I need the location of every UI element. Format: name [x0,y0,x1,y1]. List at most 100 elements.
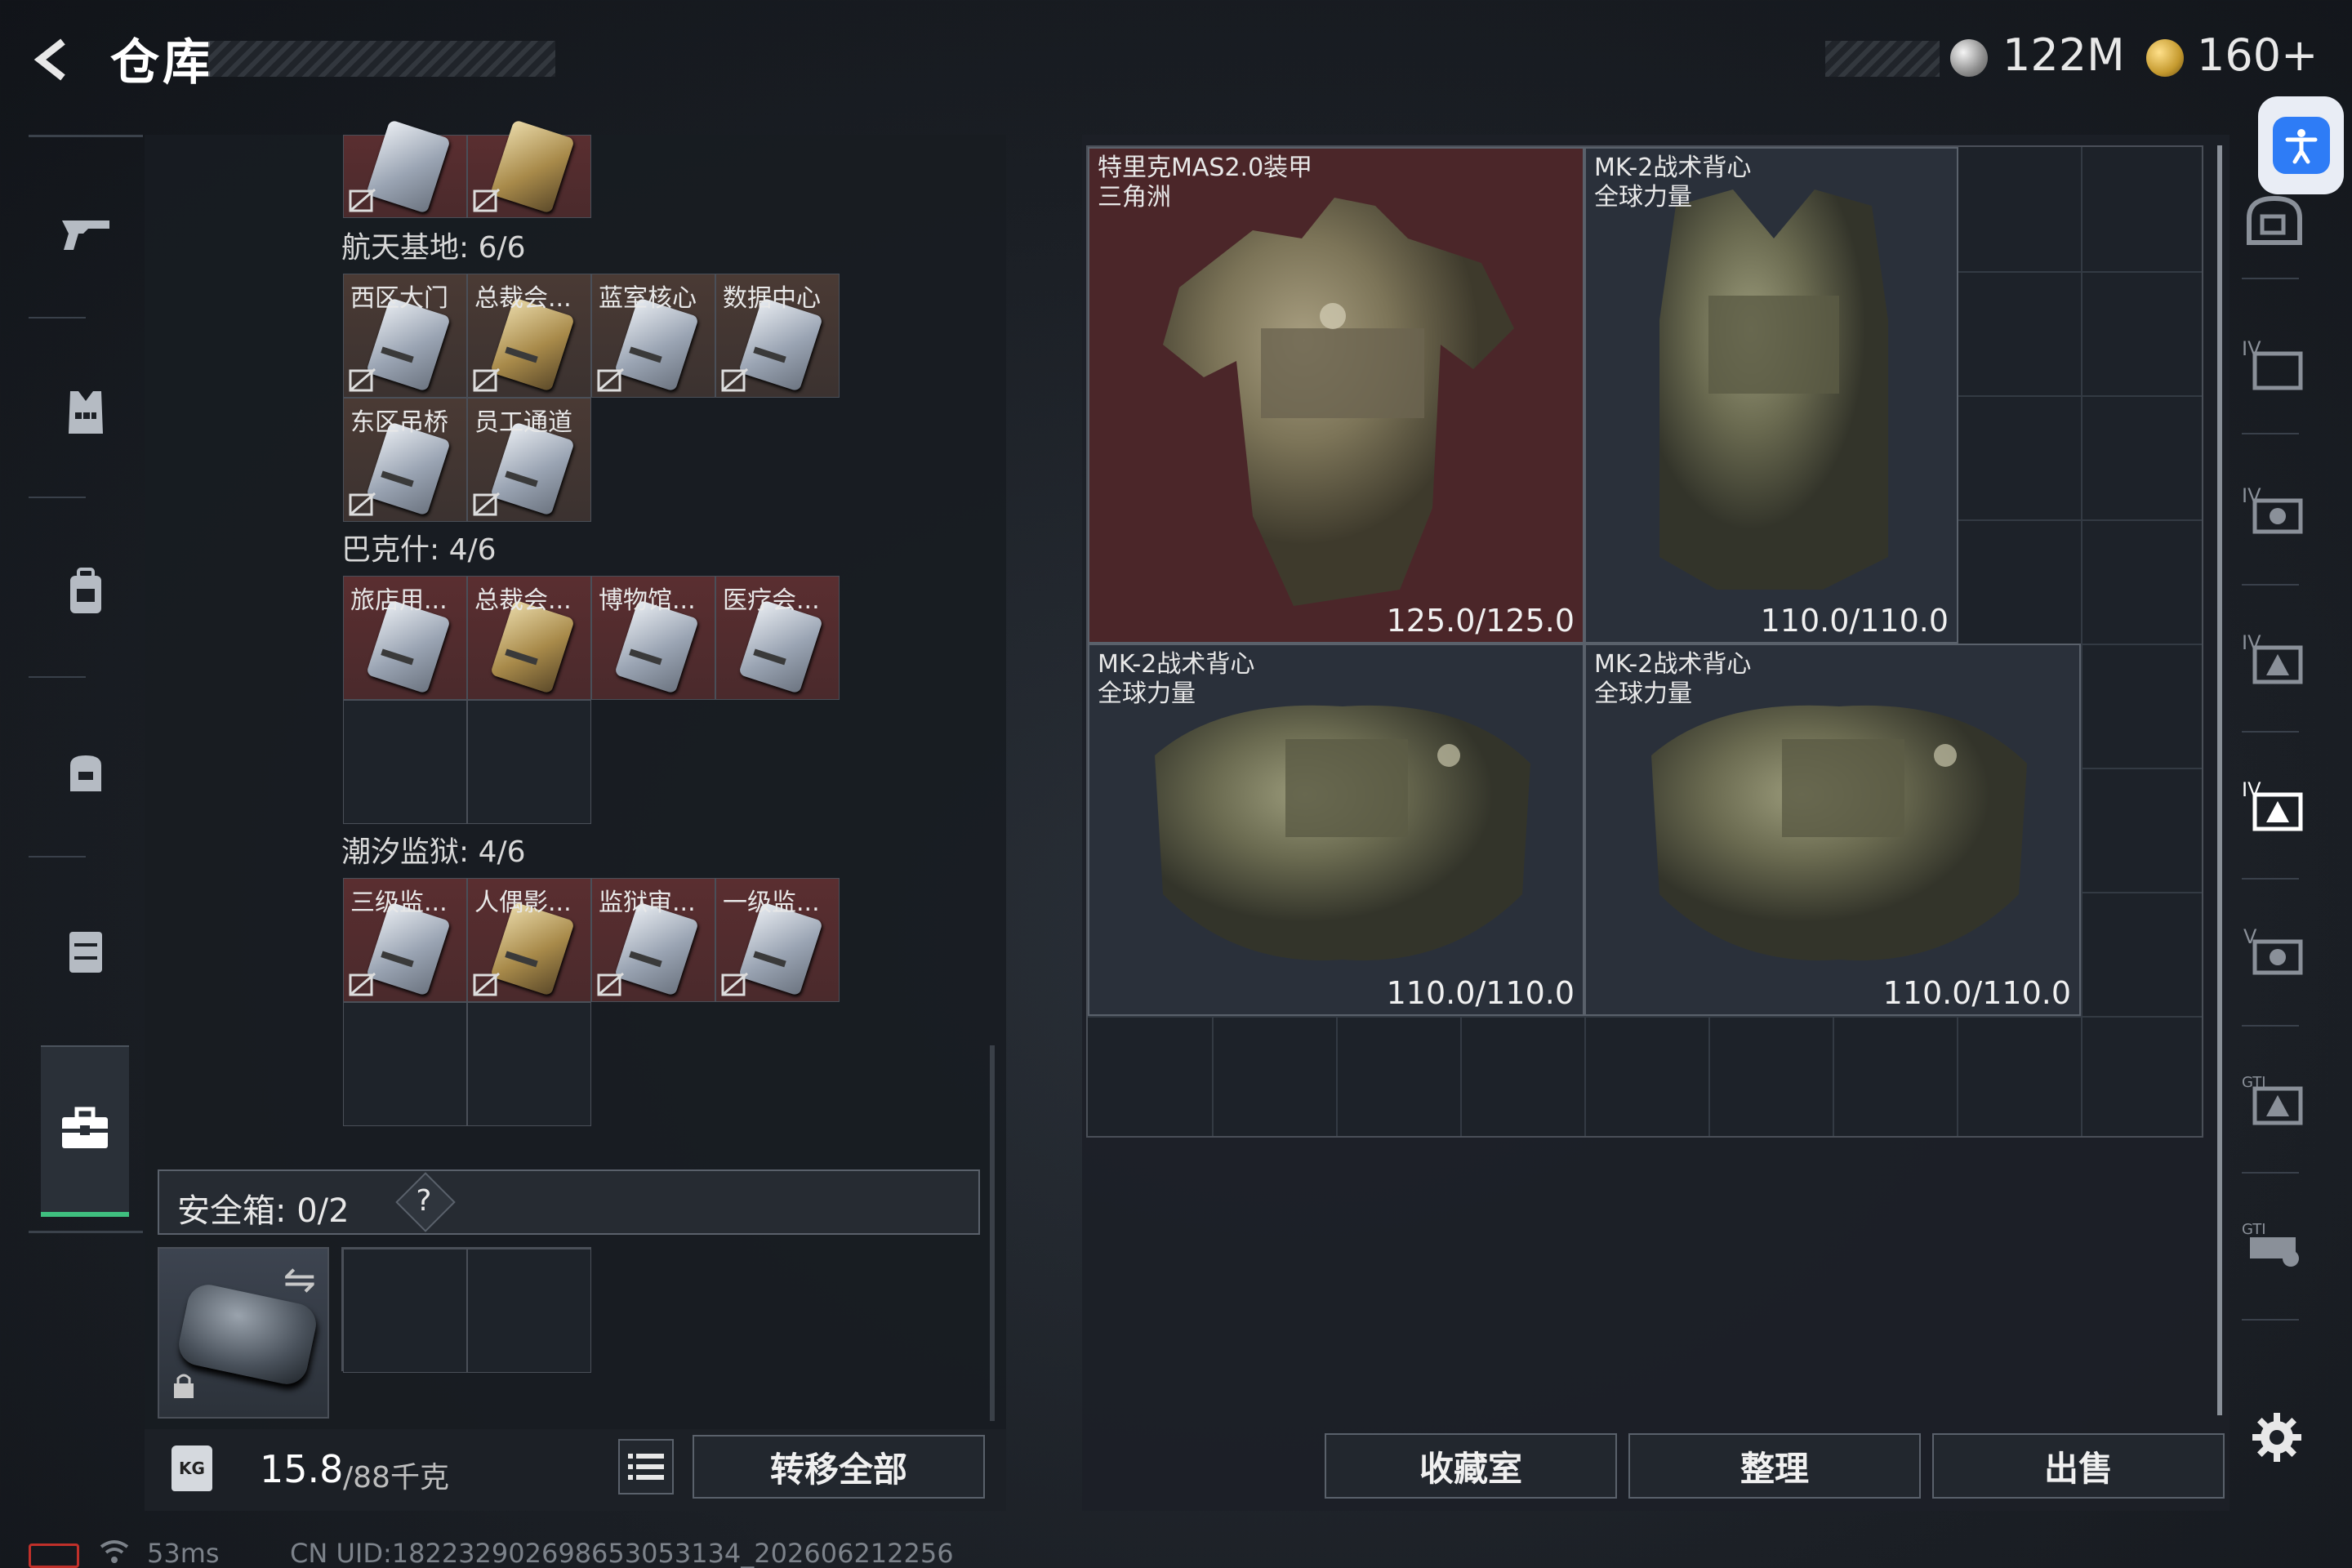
key-slot[interactable]: 博物馆... [591,576,715,700]
svg-text:IV: IV [2242,337,2261,360]
key-slot[interactable] [343,119,467,218]
weight-icon: KG [172,1446,212,1491]
filter-armor-v[interactable]: V [2238,915,2311,988]
armor-item[interactable]: MK-2战术背心 全球力量 110.0/110.0 [1088,644,1584,1016]
key-slot[interactable]: 员工通道 [467,398,591,522]
key-label: 数据中心 [723,284,821,313]
key-label: 东区吊桥 [350,408,448,437]
unbound-icon [473,492,500,516]
inventory-scroll-thumb[interactable] [2217,145,2222,1415]
key-slot[interactable]: 一级监... [715,878,840,1002]
armor-item[interactable]: MK-2战术背心 全球力量 110.0/110.0 [1584,147,1958,644]
transfer-all-button[interactable]: 转移全部 [693,1435,985,1499]
key-label: 西区大门 [350,284,448,313]
bag-icon [70,755,101,791]
grid-line [2081,147,2082,1136]
key-label: 三级监... [350,889,448,917]
armor-vest-icon [69,391,103,434]
key-slot[interactable]: 医疗会... [715,576,840,700]
accessibility-icon [2272,117,2330,174]
sidebar-divider [2242,278,2299,279]
filter-armor-iv-1[interactable]: IV [2238,327,2311,400]
key-label: 总裁会... [474,284,572,313]
unbound-icon [473,972,500,996]
empty-slot[interactable] [343,700,467,824]
unbound-icon [721,972,748,996]
sidebar-item-armor[interactable] [29,368,143,457]
key-slot[interactable]: 监狱审... [591,878,715,1002]
list-view-button[interactable] [618,1439,674,1494]
helmet-icon [2247,195,2302,245]
key-slot[interactable]: 人偶影... [467,878,591,1002]
sidebar-divider [2242,433,2299,434]
svg-text:IV: IV [2242,778,2261,801]
key-label: 医疗会... [723,586,820,615]
filter-helmet[interactable] [2238,184,2311,257]
accessibility-button[interactable] [2258,96,2344,194]
section-title: 潮汐监狱: 4/6 [341,835,526,869]
sidebar-item-backpack[interactable] [29,547,143,637]
key-slot[interactable]: 西区大门 [343,274,467,398]
key-slot[interactable]: 东区吊桥 [343,398,467,522]
safe-box-container[interactable]: ⇋ [158,1247,329,1419]
unbound-icon [473,188,500,212]
sidebar-item-keys-active[interactable] [41,1045,129,1217]
key-slot[interactable]: 总裁会... [467,576,591,700]
key-slot[interactable]: 数据中心 [715,274,840,398]
filter-gti-2[interactable]: GTI [2238,1209,2311,1282]
key-label: 旅店用... [350,586,448,615]
armor-durability: 110.0/110.0 [1882,975,2071,1011]
key-slot[interactable]: 三级监... [343,878,467,1002]
backpack-icon [70,568,101,613]
back-arrow-icon[interactable] [24,31,82,88]
key-slot[interactable]: 总裁会... [467,274,591,398]
svg-text:IV: IV [2242,631,2261,654]
armor-item[interactable]: 特里克MAS2.0装甲 三角洲 125.0/125.0 [1088,147,1584,644]
currency-gold-amount[interactable]: 160+ [2197,29,2318,81]
unbound-icon [349,188,376,212]
help-button[interactable]: ? [395,1172,456,1232]
sidebar-divider [29,676,86,678]
sell-button[interactable]: 出售 [1932,1433,2225,1499]
swap-icon[interactable]: ⇋ [283,1257,316,1303]
currency-silver-amount: 122M [2002,29,2125,81]
filter-armor-iv-2[interactable]: IV [2238,474,2311,547]
sidebar-divider [29,317,86,318]
empty-slot[interactable] [343,1002,467,1126]
filter-armor-iv-active[interactable]: IV [2238,768,2311,841]
unbound-icon [473,368,500,392]
safe-box-slots [341,1247,591,1373]
armor-name: MK-2战术背心 全球力量 [1594,650,1752,708]
key-label: 总裁会... [474,586,572,615]
sidebar-item-bag[interactable] [29,727,143,817]
safe-box-header: 安全箱: 0/2 ? [158,1169,980,1235]
empty-slot[interactable] [467,1002,591,1126]
weight-max: /88千克 [343,1461,449,1494]
filter-armor-iv-3[interactable]: IV [2238,621,2311,694]
key-slot[interactable]: 旅店用... [343,576,467,700]
armor-item[interactable]: MK-2战术背心 全球力量 110.0/110.0 [1584,644,2081,1016]
collection-room-button[interactable]: 收藏室 [1325,1433,1617,1499]
organize-button[interactable]: 整理 [1628,1433,1921,1499]
empty-slot[interactable] [467,1249,591,1373]
empty-slot[interactable] [343,1249,467,1373]
uid-text: CN UID:18223290269865305313​4_2026062122… [290,1538,954,1568]
armor-name: MK-2战术背心 全球力量 [1098,650,1255,708]
sidebar-item-container[interactable] [29,906,143,996]
empty-slot[interactable] [467,700,591,824]
weight-current: 15.8 [260,1447,344,1491]
sidebar-item-weapons[interactable] [29,188,143,278]
settings-gear-icon[interactable] [2244,1405,2310,1470]
keys-scrollbar[interactable] [990,1045,995,1421]
gun-icon [62,220,109,250]
sidebar-divider [2242,1025,2299,1027]
armor-class-iv-icon: IV [2242,778,2303,831]
key-slot[interactable] [467,119,591,218]
armor-class-iv-icon: IV [2242,337,2303,390]
sidebar-divider [2242,584,2299,586]
filter-gti-1[interactable]: GTI [2238,1062,2311,1135]
key-slot[interactable]: 蓝室核心 [591,274,715,398]
key-label: 监狱审... [599,889,696,917]
container-icon [69,932,102,973]
wifi-icon [98,1537,131,1568]
